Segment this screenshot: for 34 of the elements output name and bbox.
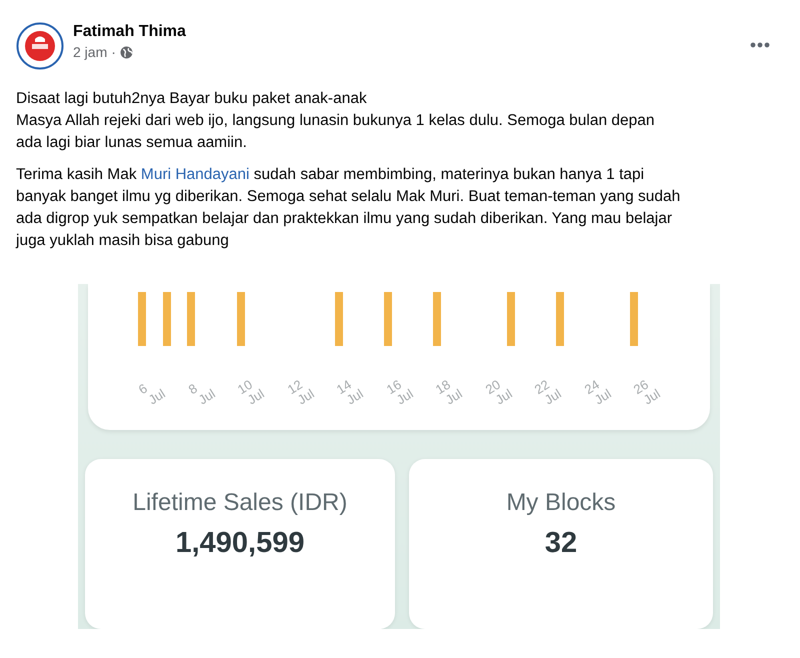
bar [556, 292, 564, 346]
bar [630, 292, 638, 346]
stat-label: My Blocks [506, 489, 616, 517]
stat-value: 1,490,599 [175, 527, 304, 560]
date-label: 12 Jul [284, 376, 318, 409]
date-label: 18 Jul [433, 376, 466, 409]
bar [163, 292, 171, 346]
separator-dot: · [111, 44, 116, 60]
bar [187, 292, 195, 346]
bar [384, 292, 392, 346]
date-label: 8 Jul [186, 380, 218, 409]
date-label: 24 Jul [582, 376, 614, 409]
date-label: 14 Jul [334, 376, 367, 409]
bar [237, 292, 245, 346]
stat-label: Lifetime Sales (IDR) [132, 489, 348, 517]
post-paragraph: Disaat lagi butuh2nya Bayar buku paket anak-anak Masya Allah rejeki dari web ijo, langsung lunasin bukunya 1 kelas dulu. Semoga bulan depan ada lagi biar lunas semua aamiin. [16, 89, 656, 153]
stat-value: 32 [544, 527, 578, 560]
date-label: 10 Jul [235, 376, 268, 409]
bar [433, 292, 441, 346]
author-name[interactable]: Fatimah Thima [73, 23, 186, 41]
date-label: 16 Jul [384, 376, 416, 409]
post-paragraph: Terima kasih Mak Muri Handayani sudah sabar membimbing, materinya bukan hanya 1 tapi banyak banget ilmu yg diberikan. Semoga sehat selalu Mak Muri. Buat teman-teman yang sudah ada digrop yuk sempatkan belajar dan praktekkan ilmu yang sudah diberikan. Yang mau belajar juga yuklah masih bisa gabung [16, 165, 682, 251]
date-label: 20 Jul [482, 376, 516, 409]
date-label: 6 Jul [136, 380, 169, 409]
date-label: 26 Jul [631, 376, 664, 409]
bar [138, 292, 146, 346]
avatar-icon[interactable] [16, 22, 64, 70]
globe-icon [120, 46, 133, 58]
bar [507, 292, 515, 346]
profile-link[interactable]: Muri Handayani [140, 166, 250, 183]
post-time[interactable]: 2 jam [73, 44, 108, 60]
bar [335, 292, 343, 346]
more-options-icon[interactable] [750, 42, 770, 48]
date-label: 22 Jul [532, 376, 565, 409]
